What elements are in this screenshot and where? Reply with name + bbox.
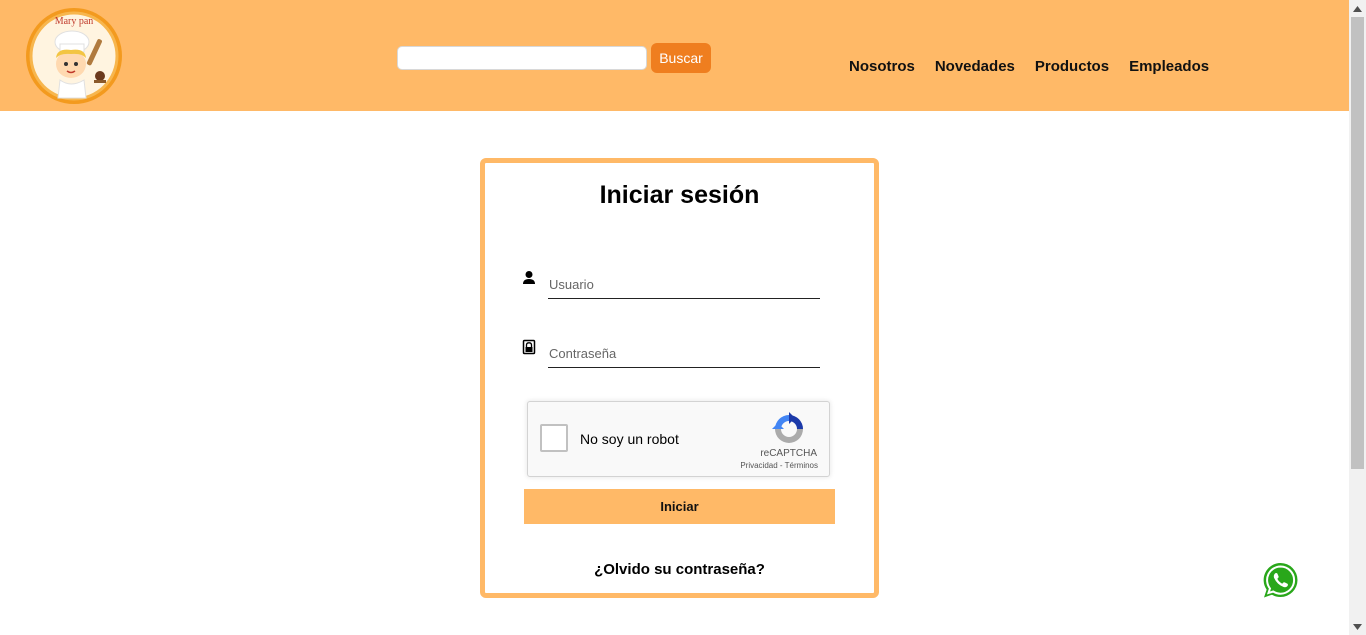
password-field[interactable] — [548, 339, 820, 368]
recaptcha-label: No soy un robot — [580, 431, 679, 447]
user-icon — [522, 270, 536, 286]
login-title: Iniciar sesión — [599, 181, 760, 209]
site-header: Mary pan Buscar Nosotros Novedades Produ… — [0, 0, 1349, 111]
scroll-down-arrow-icon[interactable] — [1349, 618, 1366, 635]
nav-link-nosotros[interactable]: Nosotros — [849, 58, 915, 76]
recaptcha-checkbox[interactable] — [540, 424, 568, 452]
logo-text: Mary pan — [55, 16, 94, 27]
logo-image: Mary pan — [26, 8, 122, 104]
main-nav: Nosotros Novedades Productos Empleados — [849, 58, 1209, 76]
nav-link-productos[interactable]: Productos — [1035, 58, 1109, 76]
scrollbar-thumb[interactable] — [1351, 17, 1364, 469]
forgot-password-link[interactable]: ¿Olvido su contraseña? — [485, 561, 874, 578]
recaptcha-widget: No soy un robot reCAPTCHA Privacidad - T… — [527, 401, 830, 477]
lock-icon — [522, 339, 536, 355]
recaptcha-link-separator: - — [777, 461, 785, 470]
whatsapp-icon[interactable] — [1261, 561, 1300, 600]
recaptcha-links: Privacidad - Términos — [740, 461, 818, 470]
nav-link-novedades[interactable]: Novedades — [935, 58, 1015, 76]
nav-link-empleados[interactable]: Empleados — [1129, 58, 1209, 76]
search-input[interactable] — [397, 46, 647, 70]
login-card: Iniciar sesión No soy un robot — [480, 158, 879, 598]
recaptcha-terms-link[interactable]: Términos — [785, 461, 818, 470]
search-button[interactable]: Buscar — [651, 43, 711, 73]
username-field[interactable] — [548, 270, 820, 299]
scroll-up-arrow-icon[interactable] — [1349, 0, 1366, 17]
recaptcha-logo-icon — [772, 412, 806, 446]
vertical-scrollbar[interactable] — [1349, 0, 1366, 635]
login-submit-button[interactable]: Iniciar — [524, 489, 835, 524]
recaptcha-brand: reCAPTCHA — [760, 448, 817, 459]
mary-pan-logo[interactable]: Mary pan — [24, 6, 124, 106]
recaptcha-privacy-link[interactable]: Privacidad — [740, 461, 777, 470]
